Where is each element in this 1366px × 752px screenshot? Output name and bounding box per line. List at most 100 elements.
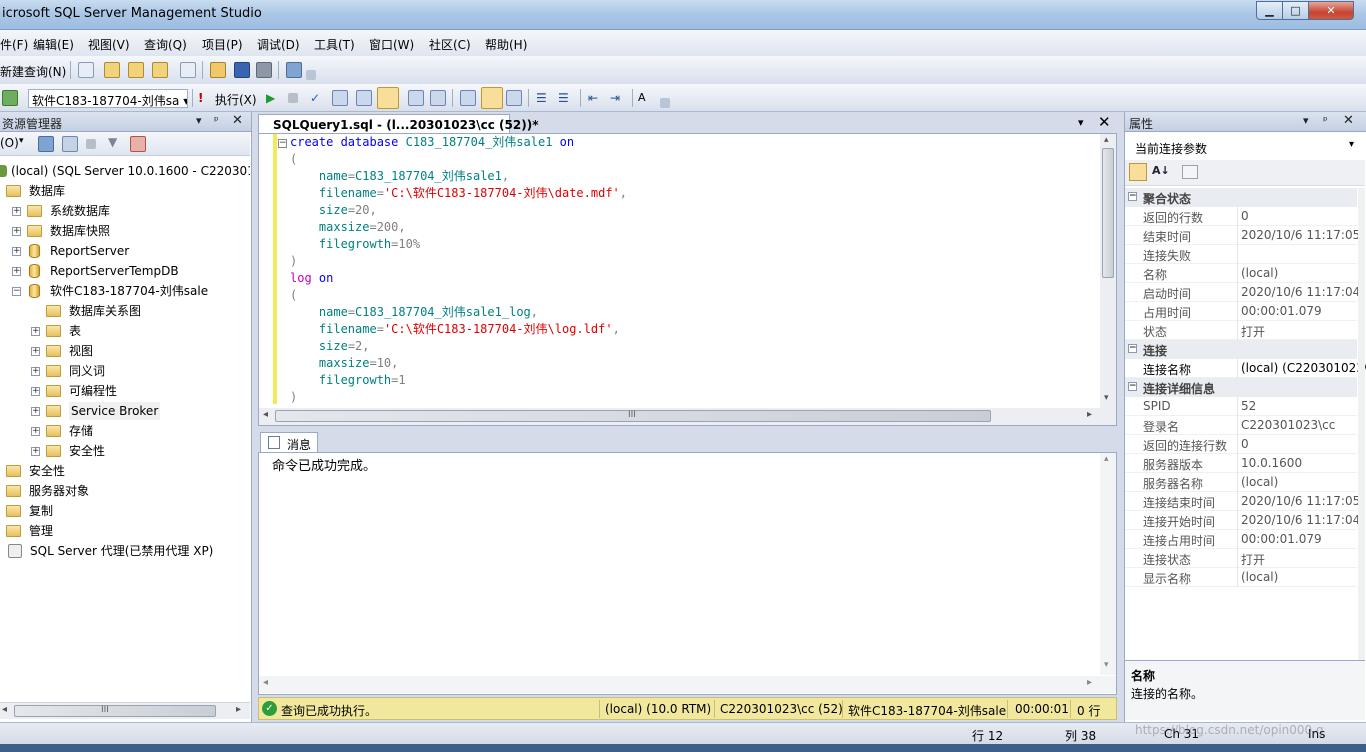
property-row[interactable]: 连接状态 打开	[1125, 549, 1357, 568]
print-icon[interactable]	[256, 62, 272, 78]
db-engine-query-icon[interactable]	[104, 62, 120, 78]
expand-icon[interactable]: +	[12, 207, 21, 216]
pin-icon[interactable]: ᵖ	[1323, 114, 1328, 127]
menu-debug[interactable]: 调试(D)	[257, 36, 300, 53]
property-category[interactable]: − 连接详细信息	[1125, 378, 1357, 397]
property-row[interactable]: 连接占用时间 00:00:01.079	[1125, 530, 1357, 549]
results-to-grid-icon[interactable]	[377, 87, 399, 109]
property-row[interactable]: SPID 52	[1125, 397, 1357, 416]
code-line[interactable]: size=2,	[290, 338, 370, 355]
scroll-up-icon[interactable]: ▴	[1104, 454, 1109, 464]
collapse-icon[interactable]: −	[1128, 344, 1137, 353]
maximize-button[interactable]: □	[1282, 1, 1309, 20]
property-row[interactable]: 服务器名称 (local)	[1125, 473, 1357, 492]
menu-help[interactable]: 帮助(H)	[485, 36, 527, 53]
parse-check-icon[interactable]: ✓	[310, 91, 320, 105]
expand-icon[interactable]: +	[31, 447, 40, 456]
menu-project[interactable]: 项目(P)	[202, 36, 243, 53]
dmx-query-icon[interactable]	[152, 62, 168, 78]
code-line[interactable]: name=C183_187704_刘伟sale1_log,	[290, 304, 538, 321]
vertical-scrollbar[interactable]: ▴ ▾	[1100, 134, 1116, 408]
tree-node[interactable]: +安全性	[0, 462, 250, 480]
scroll-right-icon[interactable]: ▸	[1087, 677, 1092, 688]
expand-icon[interactable]: +	[31, 367, 40, 376]
horizontal-scrollbar[interactable]: ◂ ▸	[259, 676, 1116, 693]
tree-node[interactable]: SQL Server 代理(已禁用代理 XP)	[0, 542, 250, 560]
new-file-icon[interactable]	[78, 62, 94, 78]
tree-node[interactable]: 数据库关系图	[0, 302, 250, 320]
code-line[interactable]: filegrowth=1	[290, 372, 406, 389]
xmla-query-icon[interactable]	[180, 62, 196, 78]
property-pages-icon[interactable]	[1182, 165, 1198, 179]
tree-node[interactable]: + 表	[0, 322, 250, 340]
vertical-scrollbar[interactable]	[1358, 188, 1365, 660]
panel-close-icon[interactable]: ✕	[1343, 113, 1354, 128]
chevron-down-icon[interactable]: ▾	[19, 136, 24, 146]
tab-messages[interactable]: 消息	[260, 432, 318, 452]
property-row[interactable]: 返回的连接行数 0	[1125, 435, 1357, 454]
results-file-icon[interactable]	[506, 90, 522, 106]
sql-editor[interactable]: − create database C183_187704_刘伟sale1 on…	[258, 133, 1117, 426]
panel-dropdown-icon[interactable]: ▾	[1303, 114, 1309, 127]
comment-lines-icon[interactable]: ☰	[536, 91, 547, 105]
tree-node[interactable]: + Service Broker	[0, 402, 250, 420]
code-line[interactable]: filename='C:\软件C183-187704-刘伟\log.ldf',	[290, 321, 620, 338]
property-row[interactable]: 结束时间 2020/10/6 11:17:05	[1125, 226, 1360, 245]
refresh-icon[interactable]	[130, 136, 146, 152]
vertical-scrollbar[interactable]: ▴ ▾	[1100, 453, 1116, 675]
specify-template-icon[interactable]: A	[638, 91, 646, 104]
code-line[interactable]: maxsize=200,	[290, 219, 406, 236]
tree-node[interactable]: + 视图	[0, 342, 250, 360]
property-row[interactable]: 状态 打开	[1125, 321, 1357, 340]
toolbar-overflow-icon[interactable]	[660, 98, 670, 108]
collapse-icon[interactable]: −	[1128, 192, 1137, 201]
tree-node[interactable]: −数据库	[0, 182, 250, 200]
database-selector[interactable]: 软件C183-187704-刘伟sa ▾	[28, 89, 188, 108]
minimize-button[interactable]: ▁	[1256, 1, 1283, 20]
panel-dropdown-icon[interactable]: ▾	[196, 114, 202, 127]
tab-sqlquery1[interactable]: SQLQuery1.sql - (l...20301023\cc (52))*	[258, 114, 539, 134]
scroll-down-icon[interactable]: ▾	[1104, 393, 1109, 403]
decrease-indent-icon[interactable]: ⇤	[588, 91, 598, 105]
horizontal-scrollbar[interactable]: ◂ III ▸	[0, 702, 250, 719]
scroll-down-icon[interactable]: ▾	[1104, 660, 1109, 670]
scroll-left-icon[interactable]: ◂	[2, 704, 7, 715]
filter-icon[interactable]: ▼	[108, 135, 117, 149]
categorized-icon[interactable]	[1129, 163, 1147, 181]
expand-icon[interactable]: +	[31, 407, 40, 416]
scroll-right-icon[interactable]: ▸	[1087, 409, 1092, 420]
results-text-icon[interactable]	[460, 90, 476, 106]
stop-icon[interactable]	[86, 139, 96, 149]
new-query-button[interactable]: 新建查询(N)	[0, 63, 66, 80]
results-grid-toggle-icon[interactable]	[481, 87, 503, 109]
scroll-right-icon[interactable]: ▸	[236, 704, 241, 715]
code-line[interactable]: create database C183_187704_刘伟sale1 on	[290, 134, 574, 151]
server-node[interactable]: (local) (SQL Server 10.0.1600 - C2203010…	[0, 162, 250, 180]
expand-icon[interactable]: +	[12, 227, 21, 236]
property-row[interactable]: 显示名称 (local)	[1125, 568, 1357, 587]
code-line[interactable]: log on	[290, 270, 333, 287]
property-row[interactable]: 名称 (local)	[1125, 264, 1357, 283]
collapse-icon[interactable]: −	[278, 139, 287, 148]
property-row[interactable]: 占用时间 00:00:01.079	[1125, 302, 1357, 321]
query-designer-icon[interactable]	[356, 90, 372, 106]
tab-close-icon[interactable]: ✕	[1098, 113, 1111, 131]
tree-node[interactable]: + 可编程性	[0, 382, 250, 400]
debug-play-icon[interactable]: ▶	[266, 91, 275, 105]
object-selector[interactable]: 当前连接参数 ▾	[1129, 135, 1361, 157]
execute-button[interactable]: 执行(X)	[215, 91, 257, 108]
property-row[interactable]: 服务器版本 10.0.1600	[1125, 454, 1357, 473]
code-line[interactable]: filename='C:\软件C183-187704-刘伟\date.mdf',	[290, 185, 627, 202]
close-button[interactable]: ✕	[1308, 1, 1354, 20]
scroll-thumb[interactable]	[1102, 148, 1114, 278]
save-icon[interactable]	[234, 62, 250, 78]
tree-node[interactable]: + ReportServerTempDB	[0, 262, 250, 280]
activity-monitor-icon[interactable]	[286, 62, 302, 78]
horizontal-scrollbar[interactable]: ◂ III ▸	[259, 408, 1116, 425]
disconnect-icon[interactable]	[62, 136, 78, 152]
property-row[interactable]: 登录名 C220301023\cc	[1125, 416, 1357, 435]
collapse-icon[interactable]: −	[1128, 382, 1137, 391]
uncomment-lines-icon[interactable]: ☰	[558, 91, 569, 105]
tree-node[interactable]: + 数据库快照	[0, 222, 250, 240]
connect-icon[interactable]	[2, 90, 18, 106]
